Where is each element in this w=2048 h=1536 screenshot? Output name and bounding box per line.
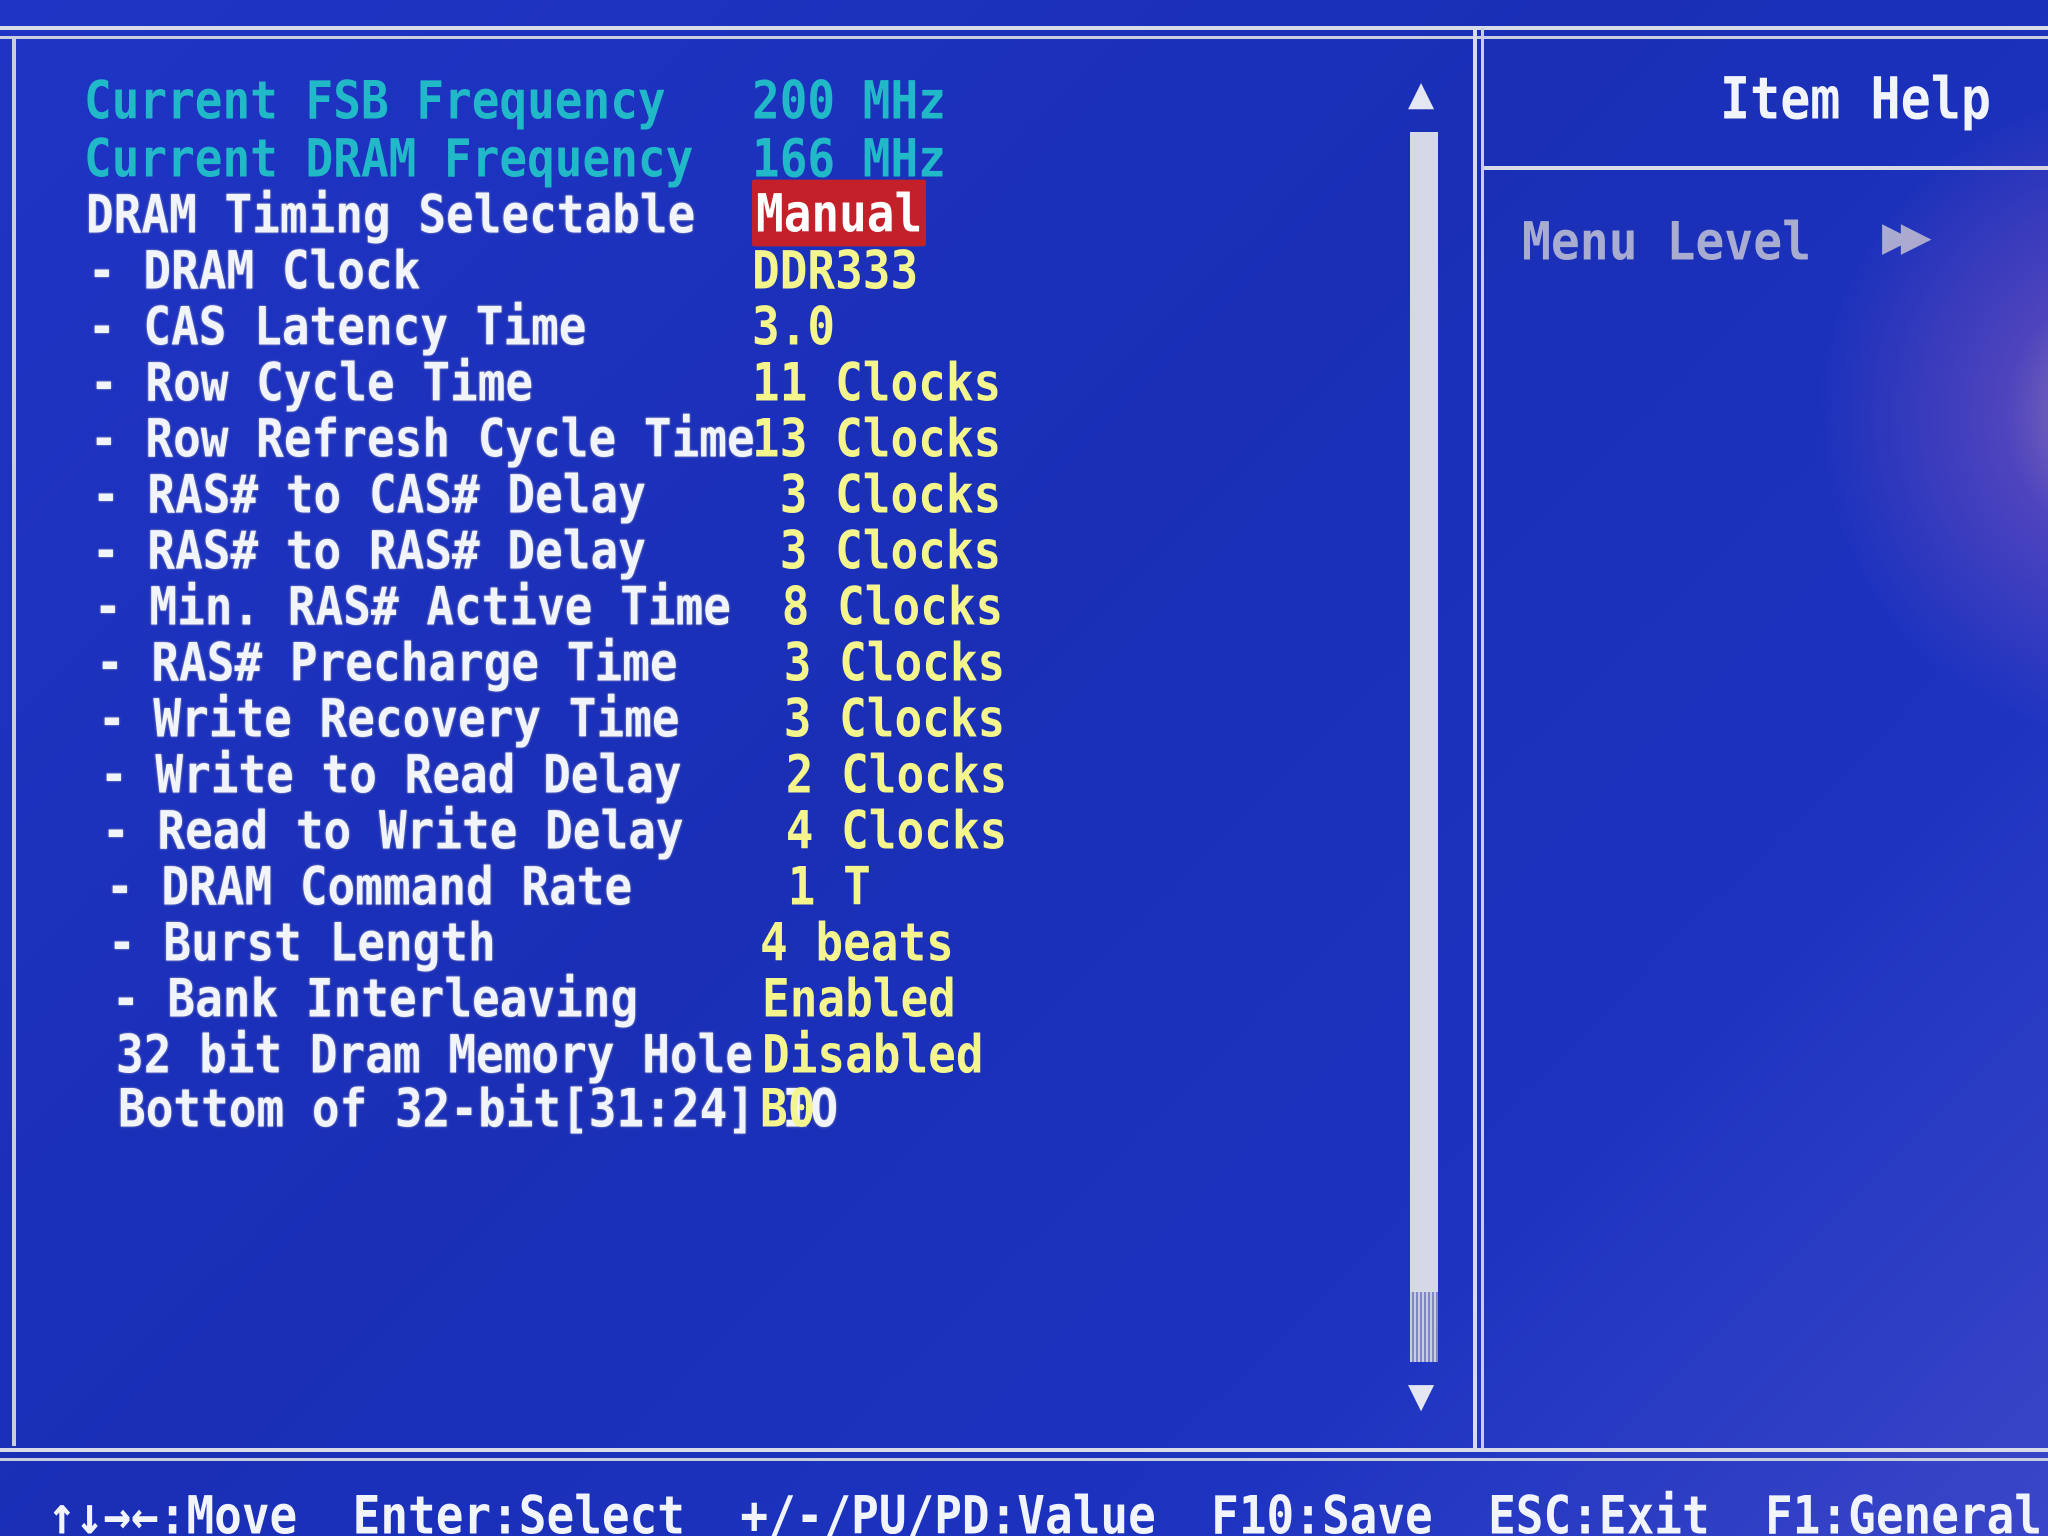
frame-bottom-inner-border — [0, 1458, 2048, 1461]
setting-label: Bottom of 32-bit[31:24] IO — [118, 1076, 839, 1140]
bios-screen: Current FSB Frequency 200 MHz Current DRAM… — [0, 0, 2048, 1536]
screen-glare — [1760, 100, 2048, 800]
frame-top-inner-border — [0, 36, 2048, 39]
setting-row[interactable]: Bottom of 32-bit[31:24] IO B0 — [0, 1077, 1400, 1139]
panel-divider — [1473, 28, 1477, 1448]
scroll-down-arrow-icon[interactable]: ▼ — [1408, 1376, 1434, 1416]
key-help-footer: ↑↓→←:Move Enter:Select +/-/PU/PD:Value F… — [48, 1483, 2048, 1536]
setting-value[interactable]: B0 — [760, 1074, 815, 1143]
frame-bottom-border — [0, 1448, 2048, 1452]
help-panel-title: Item Help — [1720, 65, 1991, 133]
scrollbar-track[interactable] — [1410, 132, 1438, 1362]
panel-divider-inner — [1481, 28, 1484, 1448]
menu-level-label: Menu Level — [1522, 211, 1811, 273]
setting-row[interactable]: Current FSB Frequency 200 MHz — [0, 69, 1400, 131]
scrollbar-thumb[interactable] — [1410, 1292, 1438, 1362]
double-right-arrow-icon: ▶▶ — [1882, 214, 1931, 260]
scroll-up-arrow-icon[interactable]: ▲ — [1408, 74, 1434, 114]
frame-top-border — [0, 26, 2048, 30]
help-title-divider — [1484, 166, 2048, 170]
